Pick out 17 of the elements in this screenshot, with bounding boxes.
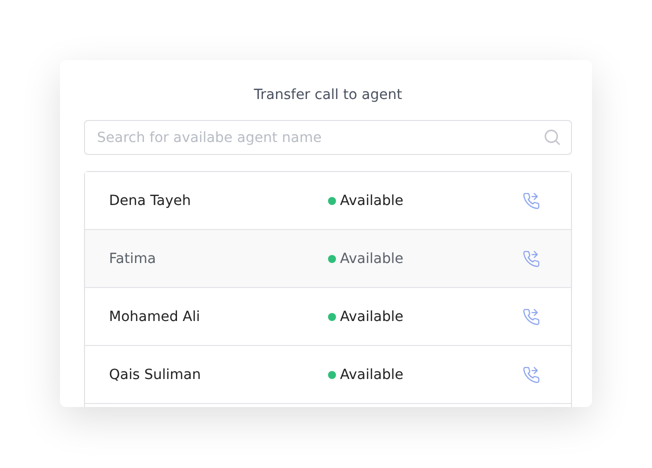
agent-name: Fatima [109,250,156,266]
transfer-call-button[interactable] [523,192,541,210]
transfer-call-button[interactable] [523,250,541,268]
agent-name: Dena Tayeh [109,192,191,208]
dialog-title: Transfer call to agent [252,86,404,105]
agent-row[interactable]: Fatima Available [85,230,571,288]
status-text: Available [340,192,404,208]
search-field[interactable]: Search for availabe agent name [84,120,572,155]
status-text: Available [340,366,404,382]
status-text: Available [340,308,404,324]
search-icon [543,128,562,147]
status-text: Available [340,250,404,266]
agent-row[interactable]: Dena Tayeh Available [85,172,571,230]
transfer-call-button[interactable] [523,308,541,326]
agent-name: Mohamed Ali [109,308,200,324]
agent-name: Qais Suliman [109,366,201,382]
transfer-call-button[interactable] [523,366,541,384]
